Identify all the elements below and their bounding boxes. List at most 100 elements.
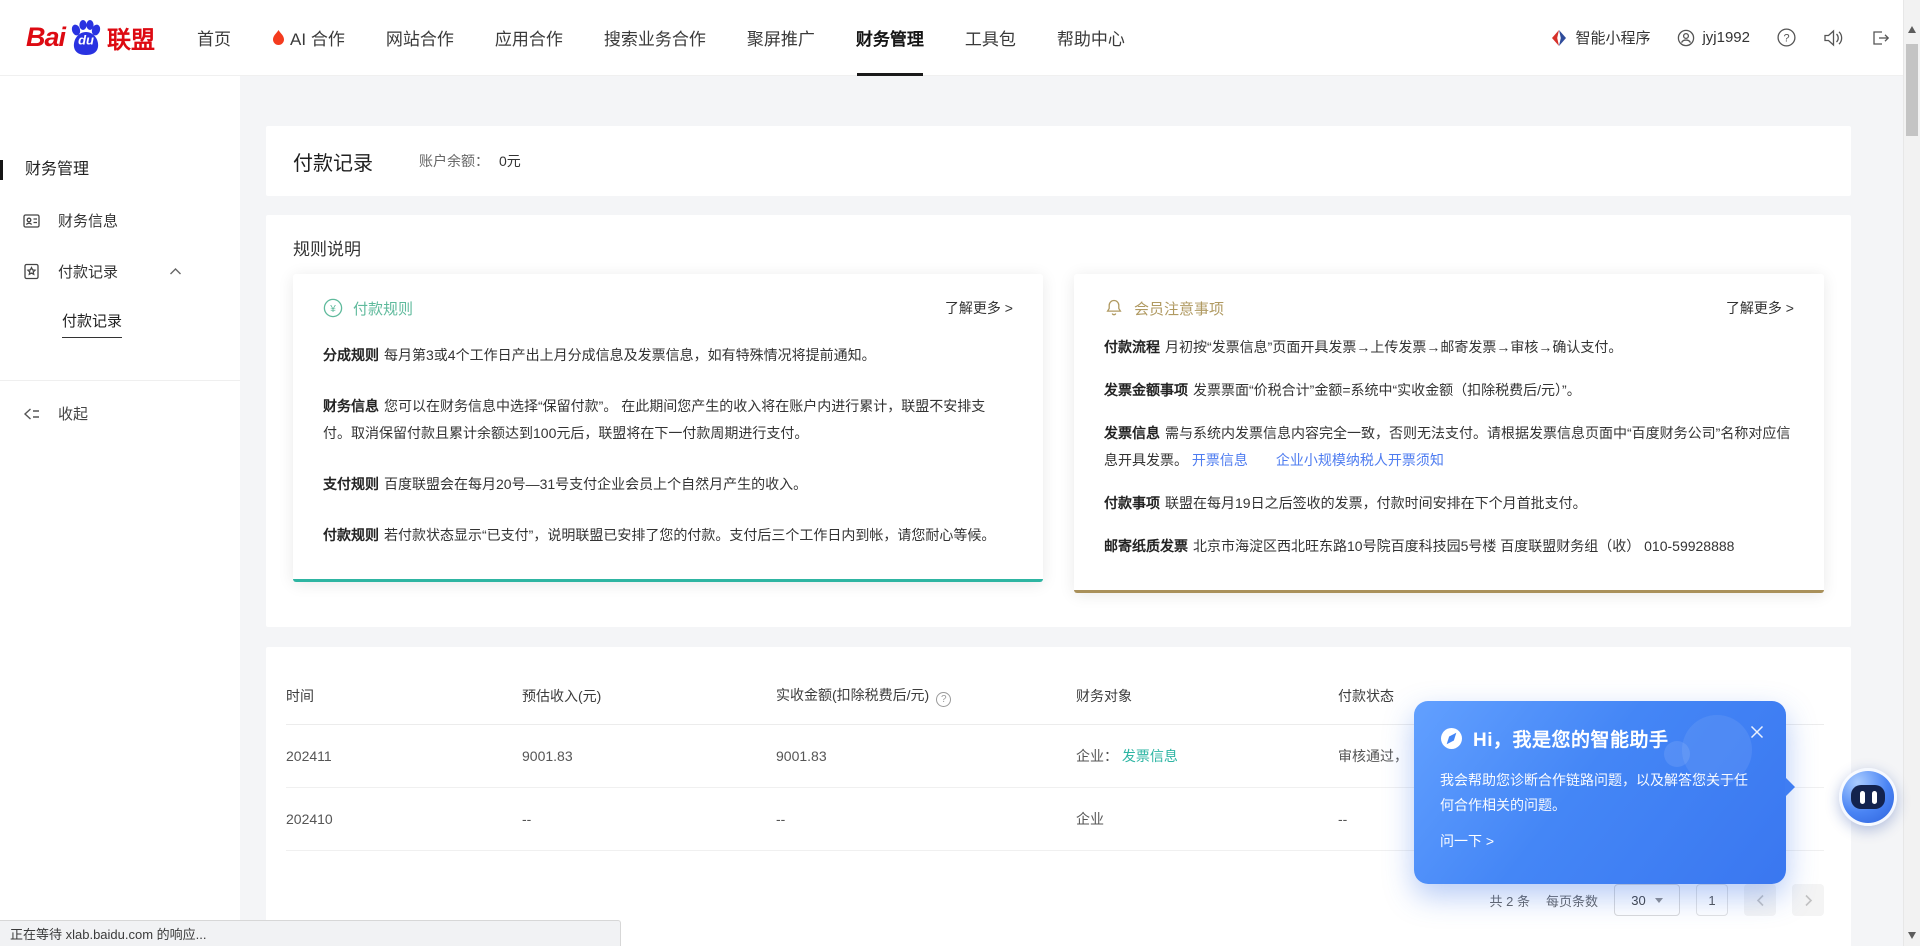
nav-label: AI 合作 (290, 25, 345, 50)
invoice-detail-link[interactable]: 发票信息 (1122, 748, 1178, 764)
logout-icon[interactable] (1870, 29, 1890, 47)
assistant-robot-button[interactable] (1839, 768, 1897, 826)
assistant-popup-title: Hi，我是您的智能助手 (1473, 725, 1669, 752)
rule-paragraph: 财务信息您可以在财务信息中选择“保留付款”。 在此期间您产生的收入将在账户内进行… (323, 393, 1013, 447)
nav-label: 应用合作 (495, 25, 563, 50)
nav-item-search-biz[interactable]: 搜索业务合作 (604, 0, 706, 76)
scrollbar (1903, 0, 1920, 946)
yen-glyph: ¥ (329, 304, 336, 315)
browser-status-bar: 正在等待 xlab.baidu.com 的响应... (0, 920, 621, 946)
badge-icon (22, 262, 41, 281)
help-glyph: ? (1783, 32, 1789, 44)
nav-label: 帮助中心 (1057, 25, 1125, 50)
nav-item-app[interactable]: 应用合作 (495, 0, 563, 76)
payment-rules-card: ¥ 付款规则 了解更多 > 分成规则每月第3或4个工作日产出上月分成信息及发票信… (293, 274, 1043, 582)
nav-item-finance[interactable]: 财务管理 (856, 0, 924, 76)
nav-item-home[interactable]: 首页 (197, 0, 231, 76)
notice-text: 北京市海淀区西北旺东路10号院百度科技园5号楼 百度联盟财务组（收） 010-5… (1193, 538, 1734, 554)
miniprogram-label: 智能小程序 (1575, 27, 1650, 48)
invoice-info-link[interactable]: 开票信息 (1192, 452, 1248, 468)
ask-assistant-link[interactable]: 问一下 > (1440, 831, 1760, 851)
notice-label: 付款流程 (1104, 339, 1160, 355)
rule-paragraph: 付款规则若付款状态显示“已支付”，说明联盟已安排了您的付款。支付后三个工作日内到… (323, 522, 1013, 549)
payment-rules-card-header: ¥ 付款规则 了解更多 > (323, 298, 1013, 318)
sidebar-item-payment-records[interactable]: 付款记录 (0, 261, 240, 282)
payment-rules-more-link[interactable]: 了解更多 > (945, 298, 1013, 318)
nav-item-ai[interactable]: AI 合作 (272, 0, 345, 76)
notice-paragraph: 发票信息需与系统内发票信息内容完全一致，否则无法支付。请根据发票信息页面中“百度… (1104, 420, 1794, 474)
total-count-label: 共 2 条 (1490, 891, 1530, 910)
scrollbar-thumb[interactable] (1906, 44, 1918, 136)
notice-text: 联盟在每月19日之后签收的发票，付款时间安排在下个月首批支付。 (1165, 495, 1587, 511)
notice-label: 付款事项 (1104, 495, 1160, 511)
rule-label: 分成规则 (323, 347, 379, 363)
robot-face-icon (1851, 785, 1885, 809)
coin-icon: ¥ (323, 298, 343, 318)
notice-paragraph: 发票金额事项发票票面“价税合计”金额=系统中“实收金额（扣除税费后/元）”。 (1104, 377, 1794, 404)
member-notice-body: 付款流程月初按“发票信息”页面开具发票→上传发票→邮寄发票→审核→确认支付。 发… (1104, 334, 1794, 560)
cell-actual: 9001.83 (776, 725, 1076, 788)
nav-item-website[interactable]: 网站合作 (386, 0, 454, 76)
bell-icon (1104, 298, 1124, 318)
rule-label: 付款规则 (323, 527, 379, 543)
collapse-sidebar-button[interactable]: 收起 (0, 403, 240, 424)
nav-label: 聚屏推广 (747, 25, 815, 50)
sidebar-item-finance-info[interactable]: 财务信息 (0, 210, 240, 231)
col-actual-amount: 实收金额(扣除税费后/元)? (776, 675, 1076, 725)
prev-page-button[interactable] (1744, 884, 1776, 916)
notice-paragraph: 付款事项联盟在每月19日之后签收的发票，付款时间安排在下个月首批支付。 (1104, 490, 1794, 517)
rule-cards: ¥ 付款规则 了解更多 > 分成规则每月第3或4个工作日产出上月分成信息及发票信… (293, 274, 1824, 593)
member-notice-card: 会员注意事项 了解更多 > 付款流程月初按“发票信息”页面开具发票→上传发票→邮… (1074, 274, 1824, 593)
id-card-icon (22, 211, 41, 230)
cell-estimated: 9001.83 (522, 725, 776, 788)
rule-label: 支付规则 (323, 476, 379, 492)
user-account[interactable]: jyj1992 (1677, 29, 1750, 47)
notice-label: 邮寄纸质发票 (1104, 538, 1188, 554)
sidebar-item-label: 财务信息 (58, 210, 118, 231)
rule-paragraph: 分成规则每月第3或4个工作日产出上月分成信息及发票信息，如有特殊情况将提前通知。 (323, 342, 1013, 369)
help-glyph: ? (941, 694, 947, 705)
member-notice-more-link[interactable]: 了解更多 > (1726, 298, 1794, 318)
nav-item-toolkit[interactable]: 工具包 (965, 0, 1016, 76)
browser-viewport: Bai du 联盟 首页 AI 合作 网站合作 (0, 0, 1920, 946)
nav-item-screen-ads[interactable]: 聚屏推广 (747, 0, 815, 76)
col-estimated-income: 预估收入(元) (522, 675, 776, 725)
col-finance-target: 财务对象 (1076, 675, 1338, 725)
sound-icon[interactable] (1823, 29, 1843, 47)
scroll-down-arrow-icon[interactable] (1908, 932, 1916, 939)
cell-finance-target: 企业： 发票信息 (1076, 725, 1338, 788)
sidebar-subitem-label: 付款记录 (62, 310, 122, 338)
collapse-icon (22, 406, 41, 422)
next-page-button[interactable] (1792, 884, 1824, 916)
small-taxpayer-notice-link[interactable]: 企业小规模纳税人开票须知 (1276, 452, 1444, 468)
nav-label: 网站合作 (386, 25, 454, 50)
baidu-union-logo[interactable]: Bai du 联盟 (26, 18, 155, 58)
nav-item-help-center[interactable]: 帮助中心 (1057, 0, 1125, 76)
balance-value: 0元 (499, 151, 521, 171)
status-text: 正在等待 xlab.baidu.com 的响应... (10, 924, 207, 943)
sidebar-subitem-payment-records[interactable]: 付款记录 (0, 310, 240, 338)
page-number-button[interactable]: 1 (1696, 884, 1728, 916)
assistant-popup: Hi，我是您的智能助手 我会帮助您诊断合作链路问题，以及解答您关于任何合作相关的… (1414, 701, 1786, 884)
col-time: 时间 (286, 675, 522, 725)
chevron-up-icon[interactable] (169, 267, 182, 276)
target-label: 企业： (1076, 748, 1118, 764)
miniprogram-link[interactable]: 智能小程序 (1550, 27, 1650, 48)
logo-text-du: du (78, 32, 94, 47)
rule-paragraph: 支付规则百度联盟会在每月20号—31号支付企业会员上个自然月产生的收入。 (323, 471, 1013, 498)
popup-arrow (1785, 777, 1795, 797)
cell-time: 202410 (286, 788, 522, 851)
popup-decoration (1682, 715, 1752, 785)
rules-title: 规则说明 (293, 235, 1824, 260)
chevron-down-icon (1655, 898, 1663, 903)
per-page-select[interactable]: 30 (1614, 884, 1680, 916)
notice-text: 发票票面“价税合计”金额=系统中“实收金额（扣除税费后/元）”。 (1193, 382, 1581, 398)
scroll-up-arrow-icon[interactable] (1908, 26, 1916, 33)
help-icon[interactable]: ? (1777, 28, 1796, 47)
notice-text: 月初按“发票信息”页面开具发票→上传发票→邮寄发票→审核→确认支付。 (1165, 339, 1622, 355)
close-icon[interactable] (1750, 725, 1764, 739)
column-help-icon[interactable]: ? (936, 692, 951, 707)
page-title: 付款记录 (293, 147, 373, 176)
notice-paragraph: 邮寄纸质发票北京市海淀区西北旺东路10号院百度科技园5号楼 百度联盟财务组（收）… (1104, 533, 1794, 560)
collapse-label: 收起 (58, 403, 88, 424)
